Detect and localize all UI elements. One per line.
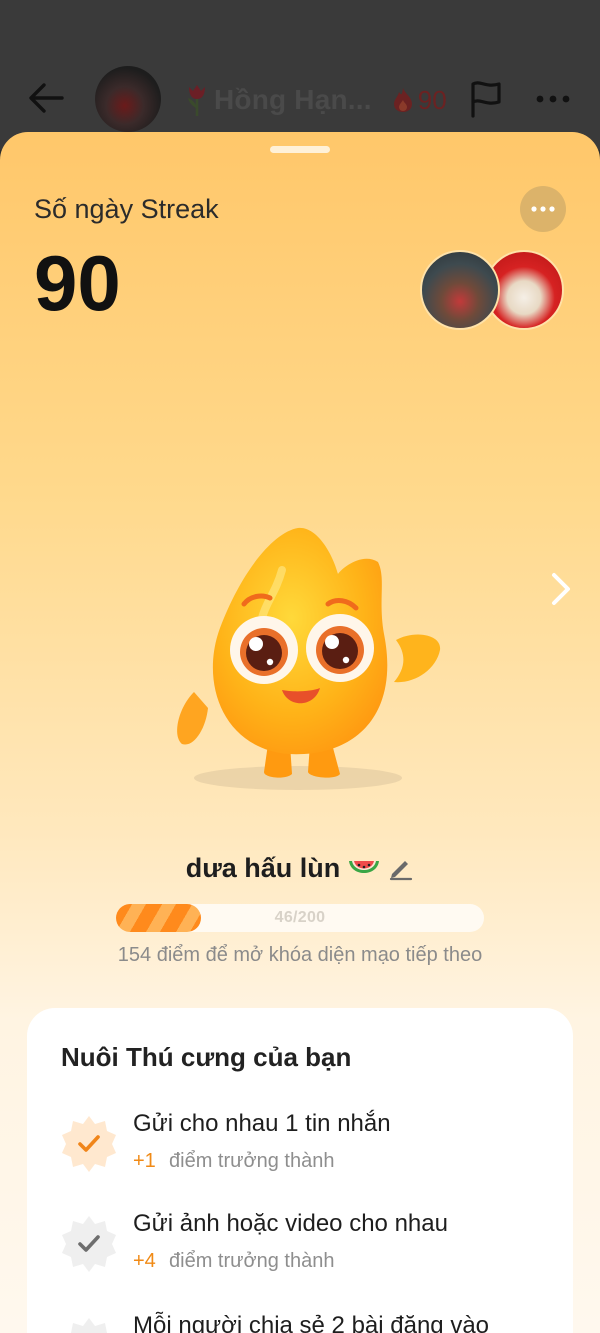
flag-icon[interactable] bbox=[468, 80, 504, 118]
pet-name-row: dưa hấu lùn bbox=[0, 848, 600, 888]
more-icon bbox=[531, 206, 555, 212]
task-title: Gửi ảnh hoặc video cho nhau bbox=[133, 1210, 448, 1237]
check-badge-icon bbox=[71, 1318, 107, 1333]
growth-progress-label: 46/200 bbox=[274, 909, 326, 926]
streak-value: 90 bbox=[34, 239, 121, 327]
task-points: +1 bbox=[133, 1150, 156, 1172]
fire-icon bbox=[393, 88, 412, 112]
growth-progress-bar: 46/200 bbox=[116, 904, 484, 932]
more-icon[interactable] bbox=[534, 92, 572, 106]
task-title: Gửi cho nhau 1 tin nhắn bbox=[133, 1110, 391, 1137]
check-badge-icon bbox=[62, 1116, 116, 1172]
streak-sheet: Số ngày Streak 90 dưa hấu lùn 46/200 154… bbox=[0, 132, 600, 1333]
header-streak-count: 90 bbox=[417, 84, 447, 115]
back-arrow-icon[interactable] bbox=[26, 80, 66, 116]
contact-avatar[interactable] bbox=[95, 66, 161, 132]
contact-name-row[interactable]: Hồng Hạn... 90 bbox=[184, 82, 447, 118]
task-item[interactable]: Gửi ảnh hoặc video cho nhau +4 điểm trưở… bbox=[57, 1210, 557, 1280]
pet-mascot-illustration[interactable] bbox=[170, 522, 450, 792]
header-streak: 90 bbox=[392, 85, 447, 116]
task-title: Mỗi người chia sẻ 2 bài đăng vào bbox=[133, 1312, 490, 1333]
pencil-icon[interactable] bbox=[388, 855, 414, 881]
sheet-more-button[interactable] bbox=[520, 186, 566, 232]
chat-header: Hồng Hạn... 90 bbox=[0, 0, 600, 150]
check-badge-icon bbox=[62, 1216, 116, 1272]
sheet-drag-handle[interactable] bbox=[270, 146, 330, 153]
streak-label: Số ngày Streak bbox=[34, 194, 219, 224]
pet-tasks-card: Nuôi Thú cưng của bạn Gửi cho nhau 1 tin… bbox=[27, 1008, 573, 1333]
task-item[interactable]: Gửi cho nhau 1 tin nhắn +1 điểm trưởng t… bbox=[57, 1110, 557, 1180]
task-points: +4 bbox=[133, 1250, 156, 1272]
task-item[interactable]: Mỗi người chia sẻ 2 bài đăng vào bbox=[57, 1312, 557, 1333]
card-title: Nuôi Thú cưng của bạn bbox=[61, 1042, 352, 1072]
tulip-icon bbox=[188, 85, 205, 116]
streak-pair-avatars bbox=[420, 250, 566, 332]
task-points-label: điểm trưởng thành bbox=[169, 1150, 335, 1172]
unlock-hint: 154 điểm để mở khóa diện mạo tiếp theo bbox=[117, 944, 483, 966]
contact-name: Hồng Hạn... bbox=[214, 84, 372, 115]
watermelon-icon bbox=[349, 861, 380, 873]
avatar-contact bbox=[420, 250, 500, 330]
chevron-right-icon[interactable] bbox=[548, 570, 574, 608]
pet-name: dưa hấu lùn bbox=[185, 852, 341, 883]
task-points-label: điểm trưởng thành bbox=[169, 1250, 335, 1272]
